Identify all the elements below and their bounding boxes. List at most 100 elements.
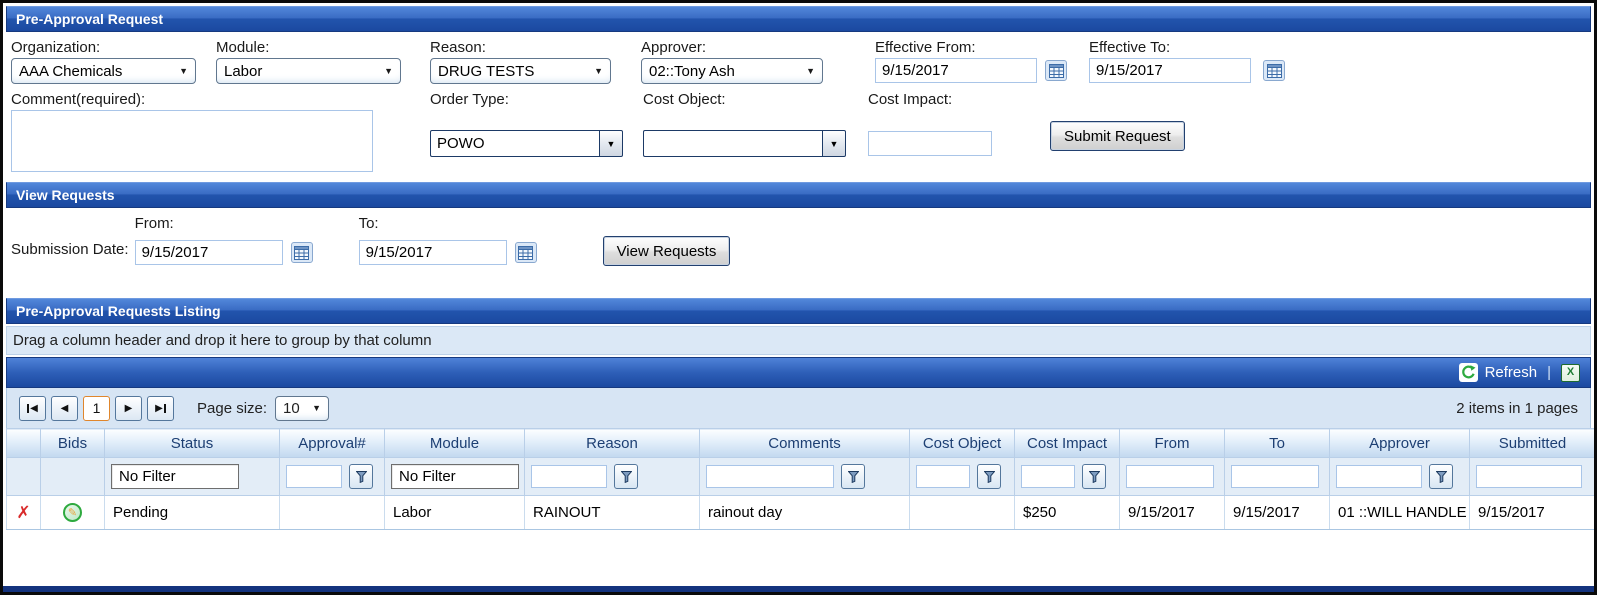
first-page-bar [27,404,29,413]
submission-from-input[interactable] [135,240,283,265]
filter-funnel-button[interactable] [349,464,373,489]
filter-cell-approval [280,458,385,496]
reason-select[interactable]: DRUG TESTS ▼ [430,58,611,84]
approval-filter-input[interactable] [286,465,342,488]
first-page-button[interactable]: ◀ [19,396,46,421]
filter-cell-approver [1330,458,1470,496]
effective-from-input[interactable] [875,58,1037,83]
reason-filter-input[interactable] [531,465,607,488]
last-page-bar [164,404,166,413]
column-header-cost-impact[interactable]: Cost Impact [1015,429,1120,458]
table-filter-row: No Filter No Filter [7,458,1596,496]
comments-filter-input[interactable] [706,465,834,488]
cost-object-label: Cost Object: [643,90,846,110]
module-no-filter-select[interactable]: No Filter [391,464,519,489]
from-label: From: [135,214,313,234]
column-header-approval[interactable]: Approval# [280,429,385,458]
cell-module: Labor [385,496,525,530]
comment-label: Comment(required): [11,90,373,110]
column-header-comments[interactable]: Comments [700,429,910,458]
column-header-to[interactable]: To [1225,429,1330,458]
bids-icon[interactable]: ✎ [63,503,82,522]
calendar-icon[interactable] [1263,60,1285,81]
cost-object-combobox[interactable]: ▼ [643,130,846,157]
excel-export-icon[interactable]: X [1561,364,1580,382]
filter-funnel-button[interactable] [1082,464,1106,489]
calendar-icon[interactable] [515,242,537,263]
view-requests-form-row: Submission Date: From: To: View Requests [3,208,1594,266]
group-by-dropzone[interactable]: Drag a column header and drop it here to… [6,326,1591,355]
cost-impact-filter-input[interactable] [1021,465,1075,488]
table-row: ✗ ✎ Pending Labor RAINOUT rainout day $2… [7,496,1596,530]
column-header-from[interactable]: From [1120,429,1225,458]
items-summary: 2 items in 1 pages [1456,400,1578,417]
cost-impact-input[interactable] [868,131,992,156]
filter-cell-to [1225,458,1330,496]
filter-funnel-button[interactable] [1429,464,1453,489]
refresh-link[interactable]: Refresh [1485,364,1538,381]
last-page-button[interactable]: ▶ [147,396,174,421]
column-header-bids[interactable]: Bids [41,429,105,458]
submitted-filter-input[interactable] [1476,465,1582,488]
order-type-drop-button[interactable]: ▼ [599,130,623,157]
approver-select[interactable]: 02::Tony Ash ▼ [641,58,823,84]
reason-value: DRUG TESTS [438,63,534,80]
next-page-button[interactable]: ▶ [115,396,142,421]
calendar-icon[interactable] [291,242,313,263]
table-header-row: Bids Status Approval# Module Reason Comm… [7,429,1596,458]
calendar-icon[interactable] [1045,60,1067,81]
command-divider: | [1547,364,1551,381]
view-requests-title: View Requests [16,187,115,203]
column-header-empty [7,429,41,458]
cost-object-filter-input[interactable] [916,465,970,488]
to-label: To: [359,214,537,234]
current-page-button[interactable]: 1 [83,396,110,421]
filter-cell-comments [700,458,910,496]
comment-textarea[interactable] [11,110,373,172]
delete-icon[interactable]: ✗ [16,503,30,522]
view-requests-button[interactable]: View Requests [603,236,731,266]
column-header-approver[interactable]: Approver [1330,429,1470,458]
order-type-label: Order Type: [430,90,623,110]
grid-pager: ◀ ◀ 1 ▶ ▶ Page size: 10 ▼ 2 items in 1 p… [6,388,1591,428]
order-type-combobox[interactable]: ▼ [430,130,623,157]
approver-filter-input[interactable] [1336,465,1422,488]
filter-funnel-button[interactable] [614,464,638,489]
cost-object-drop-button[interactable]: ▼ [822,130,846,157]
organization-select[interactable]: AAA Chemicals ▼ [11,58,196,84]
from-filter-input[interactable] [1126,465,1214,488]
column-header-cost-object[interactable]: Cost Object [910,429,1015,458]
submission-to-input[interactable] [359,240,507,265]
cell-reason: RAINOUT [525,496,700,530]
column-header-submitted[interactable]: Submitted [1470,429,1596,458]
filter-funnel-button[interactable] [977,464,1001,489]
filter-cell-cost-impact [1015,458,1120,496]
module-select[interactable]: Labor ▼ [216,58,401,84]
filter-cell-module: No Filter [385,458,525,496]
organization-label: Organization: [11,38,196,58]
to-filter-input[interactable] [1231,465,1319,488]
order-type-input[interactable] [430,130,599,157]
cost-impact-label: Cost Impact: [868,90,992,110]
cell-cost-object [910,496,1015,530]
first-page-icon: ◀ [30,403,38,414]
page-size-select[interactable]: 10 ▼ [275,396,329,421]
prev-page-icon: ◀ [61,403,69,414]
requests-table: Bids Status Approval# Module Reason Comm… [6,428,1596,530]
submit-request-button[interactable]: Submit Request [1050,121,1185,151]
status-no-filter-select[interactable]: No Filter [111,464,239,489]
column-header-status[interactable]: Status [105,429,280,458]
filter-funnel-button[interactable] [841,464,865,489]
preapproval-form-row-2: Comment(required): Order Type: ▼ Cost Ob… [3,84,1594,172]
cell-approval [280,496,385,530]
column-header-reason[interactable]: Reason [525,429,700,458]
cost-object-input[interactable] [643,130,822,157]
column-header-module[interactable]: Module [385,429,525,458]
approver-label: Approver: [641,38,823,58]
prev-page-button[interactable]: ◀ [51,396,78,421]
bottom-border-accent [3,586,1594,592]
effective-to-input[interactable] [1089,58,1251,83]
refresh-icon[interactable] [1459,363,1478,382]
filter-cell-bids [41,458,105,496]
chevron-down-icon: ▼ [830,139,839,149]
